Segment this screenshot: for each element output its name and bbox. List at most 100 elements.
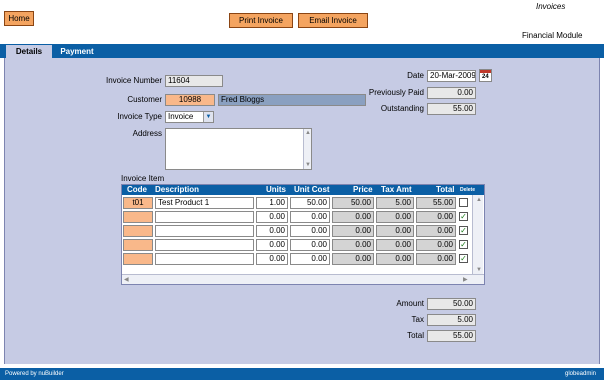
invoice-number-field[interactable]: 11604 xyxy=(165,75,223,87)
chevron-down-icon[interactable]: ▼ xyxy=(203,112,213,122)
total-cell: 0.00 xyxy=(416,239,456,251)
invoice-type-label: Invoice Type xyxy=(117,112,162,121)
col-code: Code xyxy=(127,185,147,194)
invoice-item-title: Invoice Item xyxy=(121,174,165,183)
col-delete: Delete xyxy=(460,187,476,193)
amount-label: Amount xyxy=(396,299,424,308)
print-invoice-button[interactable]: Print Invoice xyxy=(229,13,293,28)
home-button[interactable]: Home xyxy=(4,11,34,26)
unit-cost-cell[interactable]: 0.00 xyxy=(290,253,330,265)
total-cell: 0.00 xyxy=(416,211,456,223)
col-price: Price xyxy=(353,185,373,194)
tax-amt-cell: 0.00 xyxy=(376,211,414,223)
description-cell[interactable] xyxy=(155,211,254,223)
invoice-type-value: Invoice xyxy=(168,112,194,121)
tax-amt-cell: 5.00 xyxy=(376,197,414,209)
total-cell: 55.00 xyxy=(416,197,456,209)
customer-name-field: Fred Bloggs xyxy=(218,94,366,106)
table-row: t01 Test Product 1 1.00 50.00 50.00 5.00… xyxy=(122,196,472,210)
delete-checkbox[interactable] xyxy=(459,198,468,207)
description-cell[interactable] xyxy=(155,253,254,265)
previously-paid-label: Previously Paid xyxy=(368,88,424,97)
date-label: Date xyxy=(407,71,424,80)
customer-label: Customer xyxy=(127,95,162,104)
outstanding-field: 55.00 xyxy=(427,103,476,115)
price-cell: 0.00 xyxy=(332,211,374,223)
calendar-icon[interactable]: 24 xyxy=(479,69,492,82)
previously-paid-field: 0.00 xyxy=(427,87,476,99)
module-title: Financial Module xyxy=(522,31,583,40)
unit-cost-cell[interactable]: 0.00 xyxy=(290,225,330,237)
col-units: Units xyxy=(266,185,286,194)
powered-by-text: Powered by nuBuilder xyxy=(5,371,64,377)
description-cell[interactable]: Test Product 1 xyxy=(155,197,254,209)
tab-payment[interactable]: Payment xyxy=(54,45,100,58)
col-description: Description xyxy=(155,185,200,194)
tab-payment-label: Payment xyxy=(60,47,94,56)
total-cell: 0.00 xyxy=(416,225,456,237)
scroll-up-icon[interactable]: ▲ xyxy=(476,197,482,203)
delete-checkbox[interactable]: ✓ xyxy=(459,254,468,263)
code-cell[interactable] xyxy=(123,239,153,251)
total-field: 55.00 xyxy=(427,330,476,342)
address-textarea[interactable]: ▲ ▼ xyxy=(165,128,312,170)
table-row: 0.00 0.00 0.00 0.00 0.00 ✓ xyxy=(122,210,472,224)
total-label: Total xyxy=(407,331,424,340)
description-cell[interactable] xyxy=(155,239,254,251)
delete-checkbox[interactable]: ✓ xyxy=(459,240,468,249)
tax-amt-cell: 0.00 xyxy=(376,253,414,265)
invoice-item-grid: Code Description Units Unit Cost Price T… xyxy=(121,184,485,285)
scroll-up-icon[interactable]: ▲ xyxy=(305,130,311,136)
price-cell: 0.00 xyxy=(332,253,374,265)
code-cell[interactable] xyxy=(123,211,153,223)
tab-details[interactable]: Details xyxy=(6,45,52,58)
units-cell[interactable]: 0.00 xyxy=(256,225,288,237)
delete-checkbox[interactable]: ✓ xyxy=(459,212,468,221)
units-cell[interactable]: 0.00 xyxy=(256,253,288,265)
units-cell[interactable]: 1.00 xyxy=(256,197,288,209)
current-user: globeadmin xyxy=(565,371,597,377)
tax-amt-cell: 0.00 xyxy=(376,225,414,237)
tax-amt-cell: 0.00 xyxy=(376,239,414,251)
col-unit-cost: Unit Cost xyxy=(294,185,330,194)
unit-cost-cell[interactable]: 0.00 xyxy=(290,239,330,251)
scroll-right-icon[interactable]: ▶ xyxy=(463,277,468,283)
code-cell[interactable]: t01 xyxy=(123,197,153,209)
tab-details-label: Details xyxy=(15,47,43,56)
customer-code-field[interactable]: 10988 xyxy=(165,94,215,106)
units-cell[interactable]: 0.00 xyxy=(256,239,288,251)
scroll-down-icon[interactable]: ▼ xyxy=(476,267,482,273)
price-cell: 0.00 xyxy=(332,225,374,237)
code-cell[interactable] xyxy=(123,253,153,265)
table-row: 0.00 0.00 0.00 0.00 0.00 ✓ xyxy=(122,224,472,238)
delete-checkbox[interactable]: ✓ xyxy=(459,226,468,235)
invoice-type-select[interactable]: Invoice ▼ xyxy=(165,111,214,123)
grid-header: Code Description Units Unit Cost Price T… xyxy=(122,185,484,195)
grid-horizontal-scrollbar[interactable]: ◀ ▶ xyxy=(122,274,484,284)
invoice-number-label: Invoice Number xyxy=(105,76,162,85)
col-total: Total xyxy=(436,185,455,194)
page-title: Invoices xyxy=(536,2,566,11)
price-cell: 50.00 xyxy=(332,197,374,209)
tax-field: 5.00 xyxy=(427,314,476,326)
table-row: 0.00 0.00 0.00 0.00 0.00 ✓ xyxy=(122,238,472,252)
footer-bar: Powered by nuBuilder globeadmin xyxy=(0,368,604,380)
tab-bar: Details Payment xyxy=(0,44,604,58)
scroll-left-icon[interactable]: ◀ xyxy=(124,277,129,283)
email-invoice-button[interactable]: Email Invoice xyxy=(298,13,368,28)
code-cell[interactable] xyxy=(123,225,153,237)
unit-cost-cell[interactable]: 0.00 xyxy=(290,211,330,223)
description-cell[interactable] xyxy=(155,225,254,237)
outstanding-label: Outstanding xyxy=(380,104,424,113)
scroll-down-icon[interactable]: ▼ xyxy=(305,162,311,168)
date-field[interactable]: 20-Mar-2009 xyxy=(427,70,476,82)
units-cell[interactable]: 0.00 xyxy=(256,211,288,223)
total-cell: 0.00 xyxy=(416,253,456,265)
grid-vertical-scrollbar[interactable]: ▲ ▼ xyxy=(472,195,483,275)
tax-label: Tax xyxy=(411,315,424,324)
col-tax-amt: Tax Amt xyxy=(381,185,412,194)
unit-cost-cell[interactable]: 50.00 xyxy=(290,197,330,209)
address-scrollbar[interactable]: ▲ ▼ xyxy=(303,129,311,169)
table-row: 0.00 0.00 0.00 0.00 0.00 ✓ xyxy=(122,252,472,266)
amount-field: 50.00 xyxy=(427,298,476,310)
